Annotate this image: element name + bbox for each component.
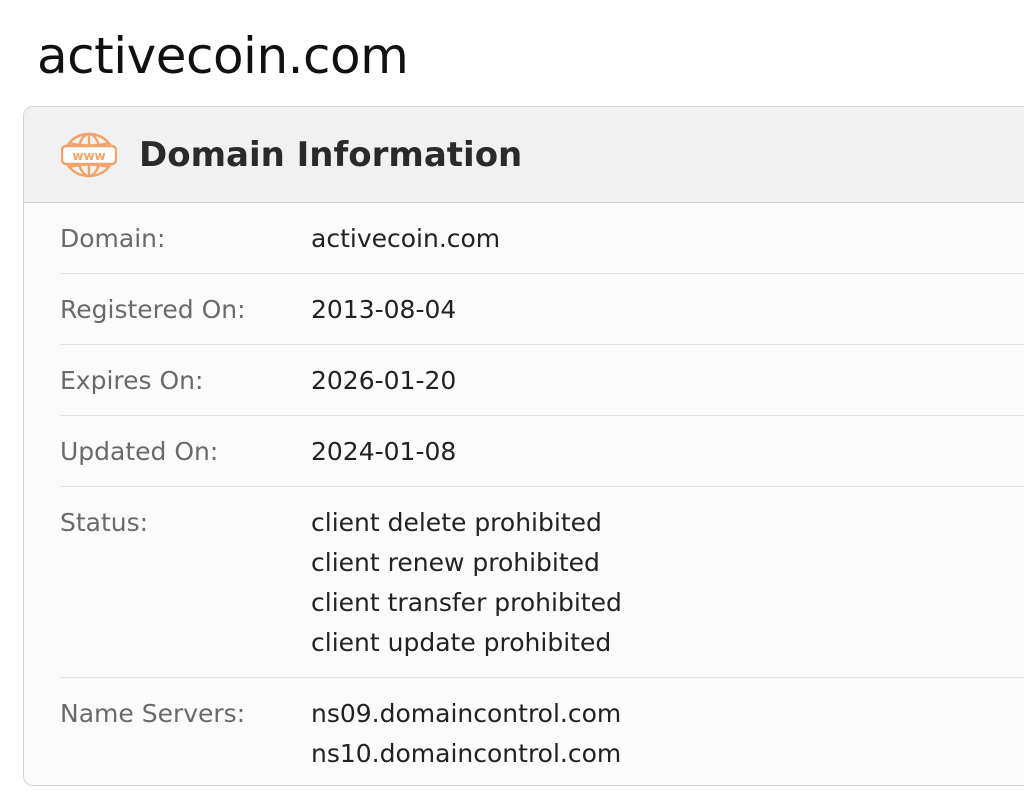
row-label: Domain: bbox=[60, 224, 166, 253]
row-label: Name Servers: bbox=[60, 699, 246, 728]
info-row-registered-on: Registered On: 2013-08-04 bbox=[60, 274, 1024, 345]
domain-information-card: www Domain Information Domain: activecoi… bbox=[23, 106, 1024, 786]
row-label: Status: bbox=[60, 508, 149, 537]
domain-value: activecoin.com bbox=[311, 224, 501, 253]
info-row-status: Status: client delete prohibited client … bbox=[60, 487, 1024, 678]
info-row-updated-on: Updated On: 2024-01-08 bbox=[60, 416, 1024, 487]
name-server-value: ns09.domaincontrol.com bbox=[311, 699, 622, 728]
info-row-expires-on: Expires On: 2026-01-20 bbox=[60, 345, 1024, 416]
info-row-name-servers: Name Servers: ns09.domaincontrol.com ns1… bbox=[60, 678, 1024, 785]
row-value: 2024-01-08 bbox=[311, 416, 1024, 486]
row-value: activecoin.com bbox=[311, 203, 1024, 273]
expires-on-value: 2026-01-20 bbox=[311, 366, 457, 395]
status-value: client transfer prohibited bbox=[311, 588, 622, 617]
row-label: Registered On: bbox=[60, 295, 246, 324]
www-globe-icon: www bbox=[61, 132, 117, 177]
row-value: 2026-01-20 bbox=[311, 345, 1024, 415]
row-value: client delete prohibited client renew pr… bbox=[311, 487, 1024, 677]
row-label: Expires On: bbox=[60, 366, 204, 395]
card-title: Domain Information bbox=[139, 134, 523, 175]
row-label: Updated On: bbox=[60, 437, 219, 466]
page-title: activecoin.com bbox=[37, 27, 409, 85]
status-value: client update prohibited bbox=[311, 628, 612, 657]
status-value: client delete prohibited bbox=[311, 508, 602, 537]
row-value: 2013-08-04 bbox=[311, 274, 1024, 344]
info-row-domain: Domain: activecoin.com bbox=[60, 203, 1024, 274]
registered-on-value: 2013-08-04 bbox=[311, 295, 457, 324]
card-header: www Domain Information bbox=[24, 107, 1024, 203]
status-value: client renew prohibited bbox=[311, 548, 600, 577]
svg-text:www: www bbox=[72, 149, 105, 163]
row-value: ns09.domaincontrol.com ns10.domaincontro… bbox=[311, 678, 1024, 785]
updated-on-value: 2024-01-08 bbox=[311, 437, 457, 466]
domain-info-rows: Domain: activecoin.com Registered On: 20… bbox=[24, 203, 1024, 785]
name-server-value: ns10.domaincontrol.com bbox=[311, 739, 622, 768]
